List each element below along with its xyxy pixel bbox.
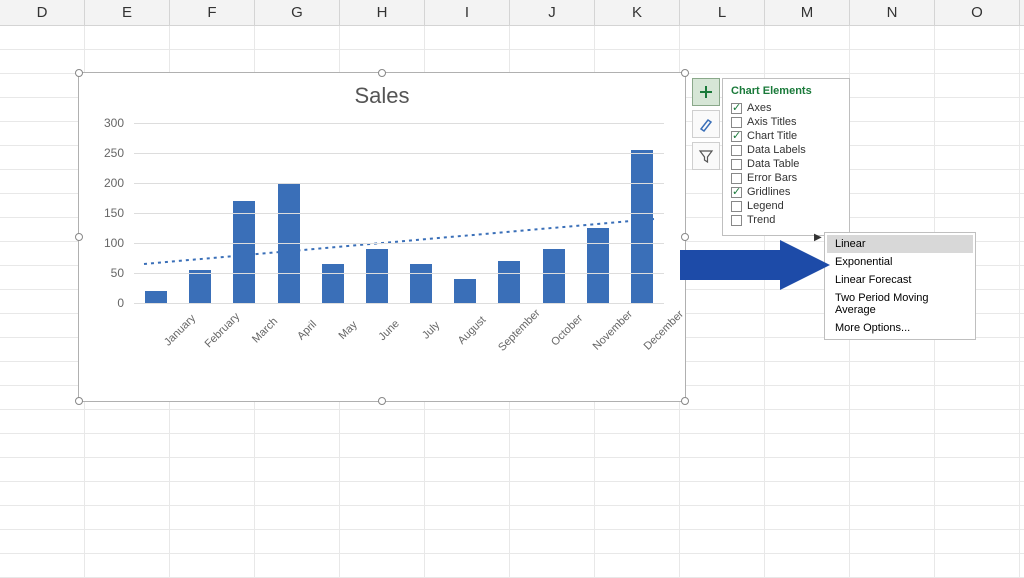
resize-handle[interactable] [75,233,83,241]
trendline-submenu[interactable]: LinearExponentialLinear ForecastTwo Peri… [824,232,976,340]
column-header[interactable]: M [765,0,850,25]
checkbox[interactable] [731,215,742,226]
chart-element-option[interactable]: Data Labels [731,143,841,157]
checkbox[interactable] [731,173,742,184]
chart-elements-panel[interactable]: Chart Elements Axes Axis Titles Chart Titl… [722,78,850,236]
column-header[interactable]: N [850,0,935,25]
y-axis-tick: 250 [84,146,124,160]
checkbox-list: Axes Axis Titles Chart Title Data Labels Dat… [731,101,841,227]
chart-element-option[interactable]: Axes [731,101,841,115]
checkbox[interactable] [731,131,742,142]
chart-element-option[interactable]: Legend [731,199,841,213]
y-axis-tick: 200 [84,176,124,190]
plus-icon [698,84,714,100]
panel-title: Chart Elements [731,85,841,97]
resize-handle[interactable] [681,397,689,405]
chart-filters-button[interactable] [692,142,720,170]
y-axis-tick: 0 [84,296,124,310]
chart-element-option[interactable]: Data Table [731,157,841,171]
checkbox[interactable] [731,201,742,212]
y-axis-tick: 100 [84,236,124,250]
trendline-option[interactable]: Linear Forecast [827,271,973,289]
column-header[interactable]: L [680,0,765,25]
option-label: Axis Titles [747,116,797,128]
option-label: Trend [747,214,775,226]
column-header[interactable]: F [170,0,255,25]
column-header[interactable]: K [595,0,680,25]
chart-side-buttons [692,78,722,174]
column-header[interactable]: E [85,0,170,25]
resize-handle[interactable] [75,69,83,77]
option-label: Chart Title [747,130,797,142]
y-axis-tick: 50 [84,266,124,280]
chart-title[interactable]: Sales [79,73,685,115]
resize-handle[interactable] [378,69,386,77]
bar[interactable] [631,150,653,303]
column-header[interactable]: J [510,0,595,25]
column-header[interactable]: O [935,0,1020,25]
option-label: Data Labels [747,144,806,156]
brush-icon [698,116,714,132]
chart-object[interactable]: Sales 050100150200250300 JanuaryFebruary… [78,72,686,402]
trendline-option[interactable]: More Options... [827,319,973,337]
column-header[interactable]: G [255,0,340,25]
chart-element-option[interactable]: Axis Titles [731,115,841,129]
checkbox[interactable] [731,117,742,128]
checkbox[interactable] [731,159,742,170]
y-axis-tick: 150 [84,206,124,220]
chart-element-option[interactable]: Error Bars [731,171,841,185]
resize-handle[interactable] [681,233,689,241]
option-label: Axes [747,102,771,114]
checkbox[interactable] [731,103,742,114]
option-label: Data Table [747,158,799,170]
resize-handle[interactable] [75,397,83,405]
option-label: Error Bars [747,172,797,184]
checkbox[interactable] [731,187,742,198]
chart-styles-button[interactable] [692,110,720,138]
column-header[interactable]: D [0,0,85,25]
chart-element-option[interactable]: Gridlines [731,185,841,199]
checkbox[interactable] [731,145,742,156]
plot-area[interactable]: 050100150200250300 [134,123,664,303]
column-header[interactable]: I [425,0,510,25]
trendline-option[interactable]: Two Period Moving Average [827,289,973,319]
chart-elements-button[interactable] [692,78,720,106]
flyout-arrow-icon: ▶ [814,232,822,243]
chart-element-option[interactable]: Trend [731,213,841,227]
option-label: Gridlines [747,186,790,198]
x-axis-labels: JanuaryFebruaryMarchAprilMayJuneJulyAugu… [134,305,664,347]
resize-handle[interactable] [681,69,689,77]
resize-handle[interactable] [378,397,386,405]
column-header[interactable]: H [340,0,425,25]
trendline-option[interactable]: Exponential [827,253,973,271]
option-label: Legend [747,200,784,212]
y-axis-tick: 300 [84,116,124,130]
funnel-icon [698,148,714,164]
column-headers: DEFGHIJKLMNO [0,0,1024,26]
trendline-option[interactable]: Linear [827,235,973,253]
chart-element-option[interactable]: Chart Title [731,129,841,143]
bar[interactable] [233,201,255,303]
